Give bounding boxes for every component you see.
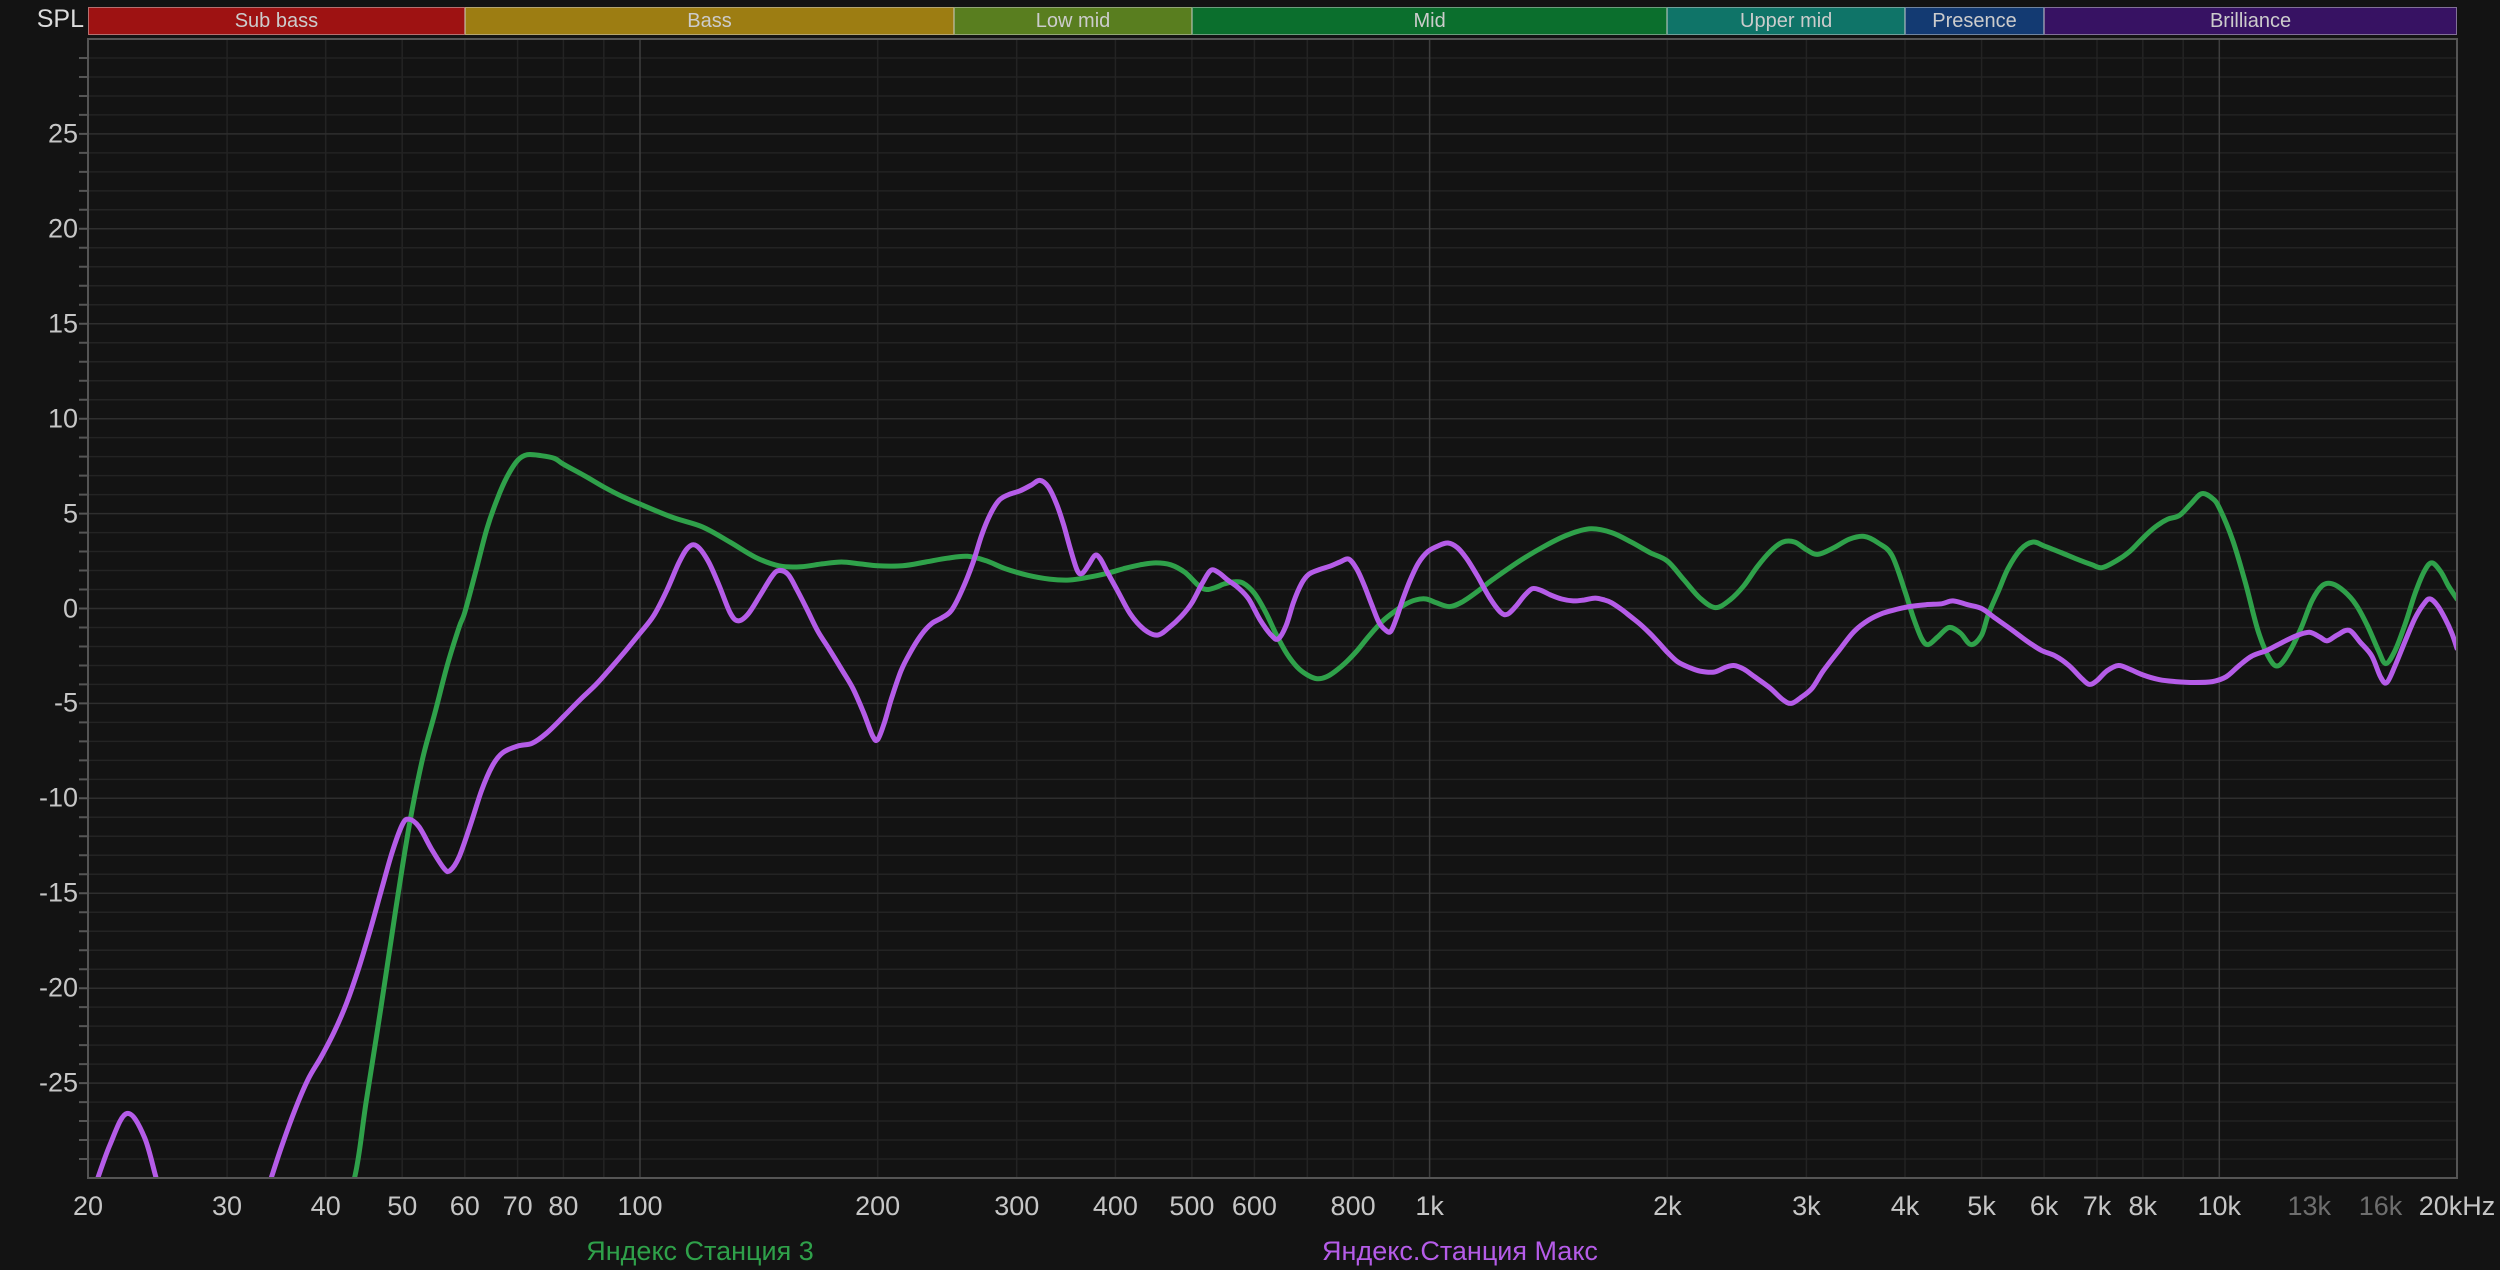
legend-item-station-3: Яндекс Станция 3: [586, 1236, 814, 1266]
legend: Яндекс Станция 3 Яндекс.Станция Макс: [0, 0, 2500, 1270]
spl-chart: SPL Sub bass Bass Low mid Mid Upper mid Prese…: [0, 0, 2500, 1270]
legend-item-station-max: Яндекс.Станция Макс: [1322, 1236, 1598, 1266]
